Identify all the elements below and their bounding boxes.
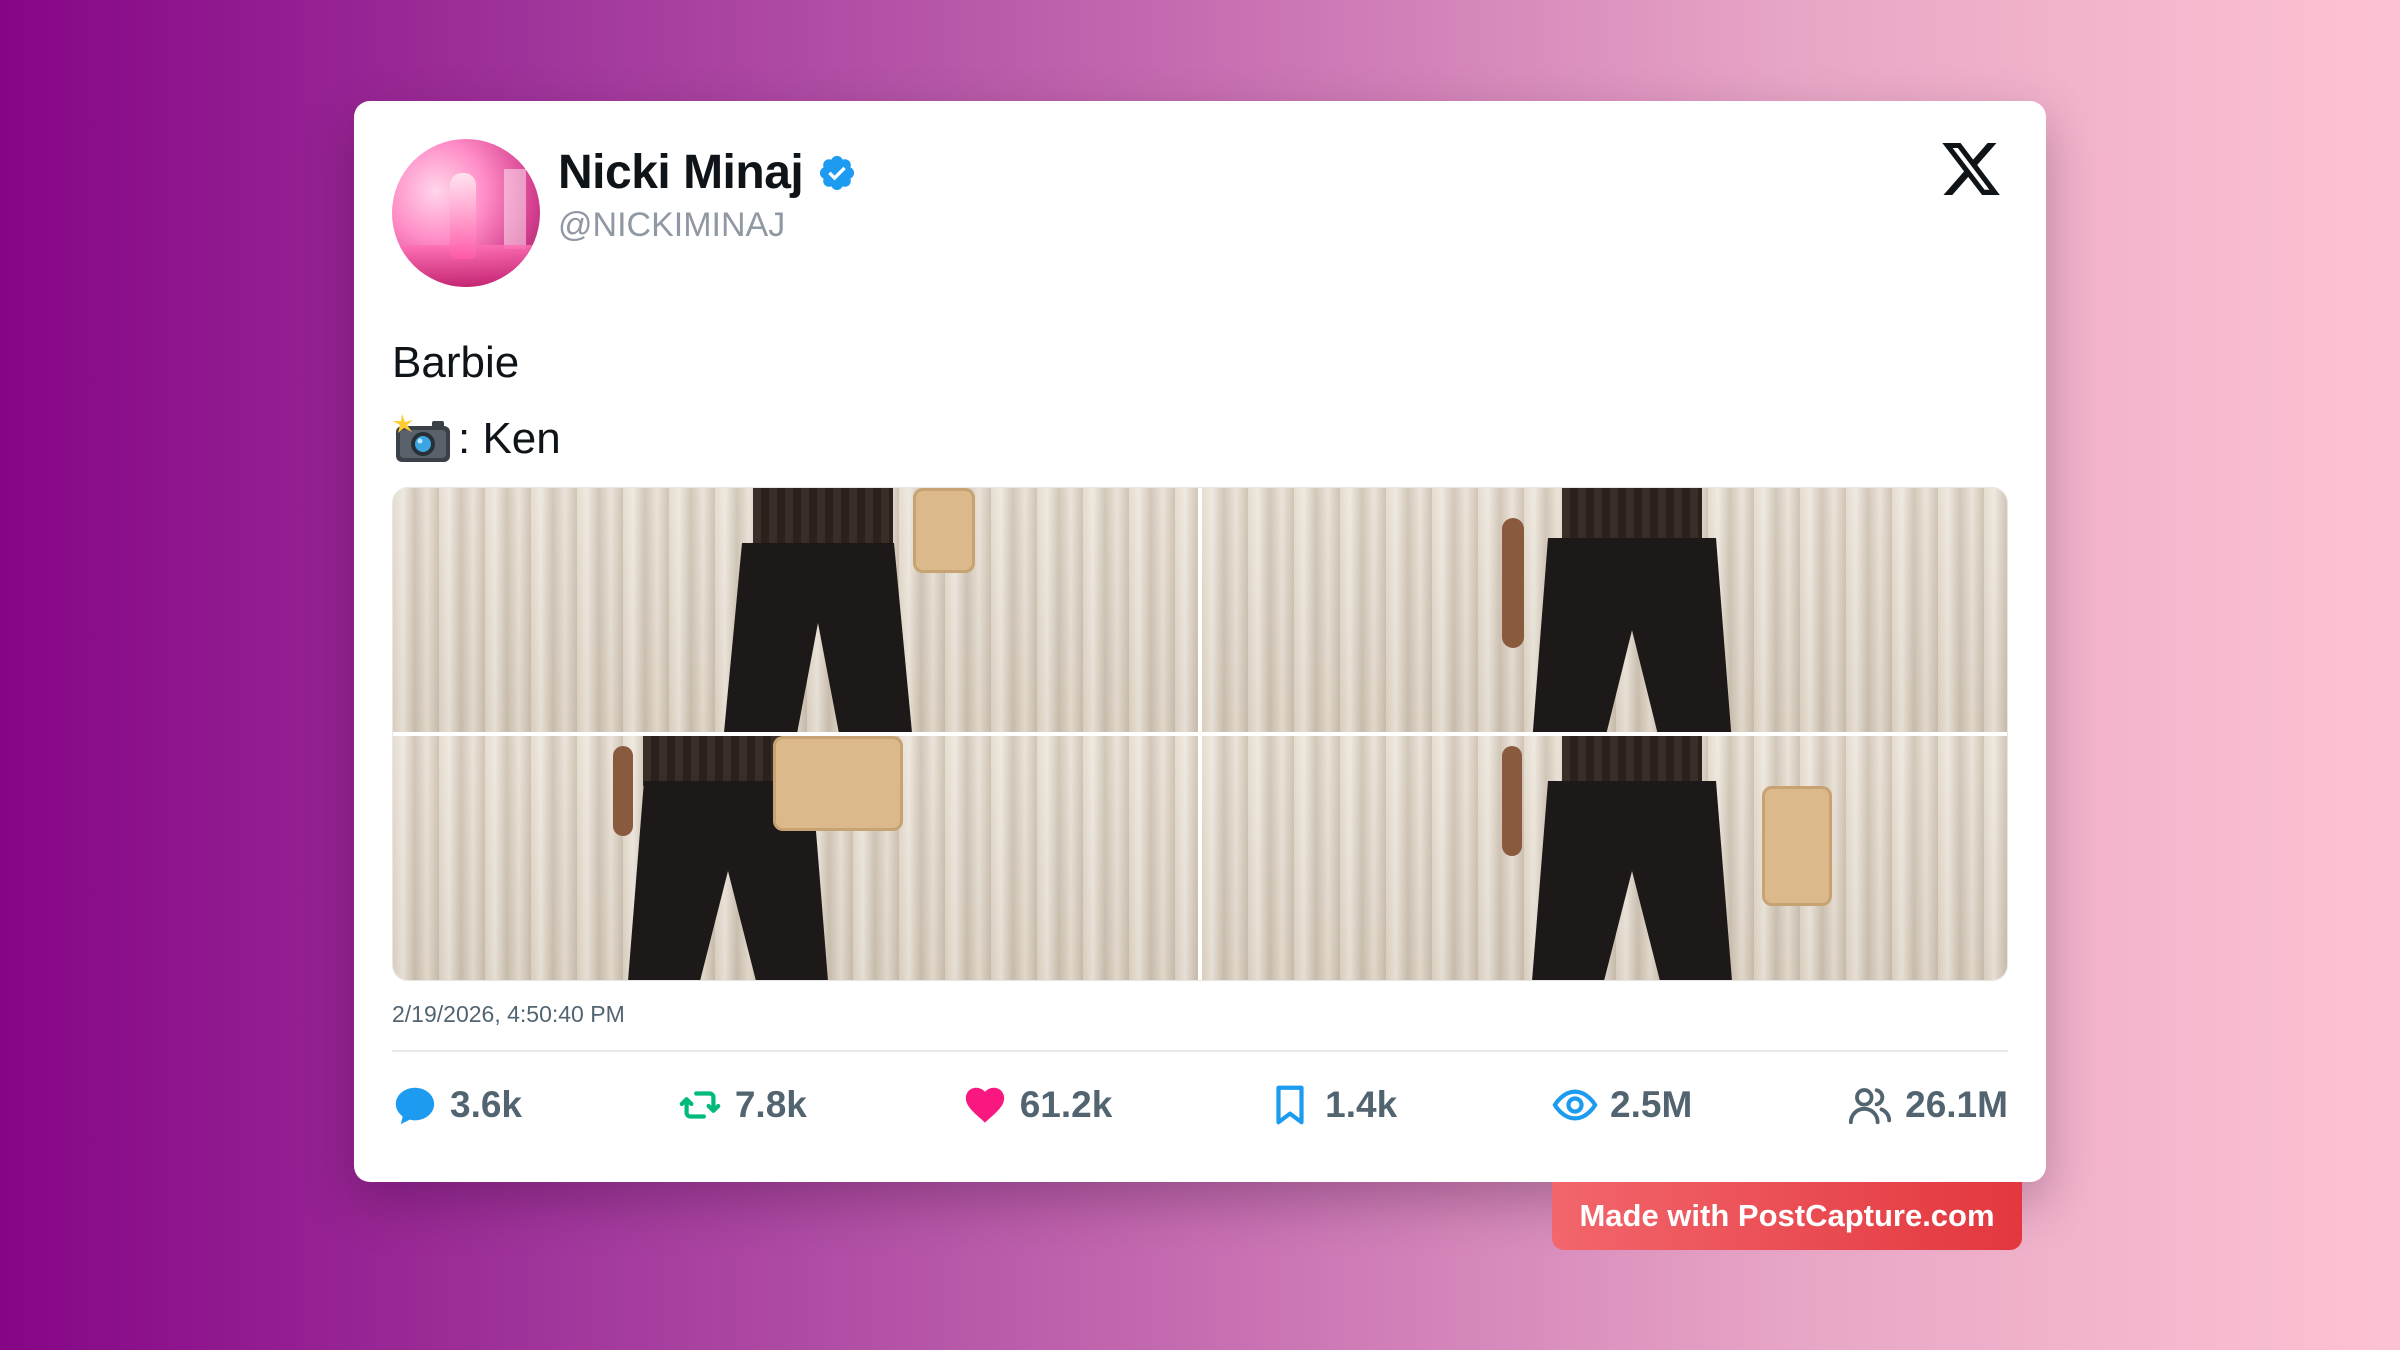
reply-icon <box>395 1087 435 1125</box>
post-text-line-2: : Ken <box>392 401 561 477</box>
reply-count: 3.6k <box>450 1084 523 1125</box>
photo-corset <box>1562 488 1702 543</box>
like-count: 61.2k <box>1019 1084 1113 1125</box>
photo-corset <box>643 736 793 786</box>
photo-corset <box>1562 736 1702 786</box>
repost-count: 7.8k <box>734 1084 807 1125</box>
eye-icon <box>1552 1089 1598 1121</box>
photo-arm <box>1502 746 1522 856</box>
bookmark-count: 1.4k <box>1325 1084 1398 1125</box>
photo-bag <box>773 736 903 831</box>
users-icon <box>1849 1088 1892 1125</box>
post-text-line-2-label: : Ken <box>458 414 561 463</box>
like-stat[interactable]: 61.2k <box>962 1082 1113 1128</box>
camera-with-flash-icon <box>393 414 450 462</box>
avatar-pillar <box>504 169 526 249</box>
photo-arm <box>1502 518 1524 648</box>
author-display-name[interactable]: Nicki Minaj <box>558 145 804 200</box>
media-photo-1[interactable] <box>393 488 1198 732</box>
reply-stat[interactable]: 3.6k <box>392 1082 522 1128</box>
photo-pants <box>1532 781 1732 980</box>
photo-bag <box>1762 786 1832 906</box>
x-logo-icon[interactable] <box>1938 137 2004 201</box>
followers-count: 26.1M <box>1905 1084 2008 1125</box>
post-text-line-1: Barbie <box>392 338 520 387</box>
repost-stat[interactable]: 7.8k <box>677 1082 807 1128</box>
media-photo-4[interactable] <box>1202 736 2007 980</box>
media-photo-2[interactable] <box>1202 488 2007 732</box>
repost-icon <box>679 1091 721 1119</box>
photo-pants <box>723 543 913 732</box>
post-timestamp[interactable]: 2/19/2026, 4:50:40 PM <box>392 1001 625 1028</box>
views-count: 2.5M <box>1610 1084 1693 1125</box>
author-handle[interactable]: @NICKIMINAJ <box>558 206 785 245</box>
photo-arm <box>613 746 633 836</box>
media-grid[interactable] <box>392 487 2008 981</box>
bookmark-icon <box>1276 1085 1304 1125</box>
photo-corset <box>753 488 893 548</box>
verified-badge-icon <box>820 155 855 190</box>
avatar-figure <box>450 173 476 259</box>
avatar[interactable] <box>392 139 540 287</box>
photo-bag <box>913 488 975 573</box>
bookmark-stat[interactable]: 1.4k <box>1267 1082 1397 1128</box>
watermark-badge[interactable]: Made with PostCapture.com <box>1552 1182 2022 1250</box>
post-text: Barbie : Ken <box>392 325 561 477</box>
views-stat[interactable]: 2.5M <box>1552 1082 1692 1128</box>
media-photo-3[interactable] <box>393 736 1198 980</box>
author-name-row: Nicki Minaj <box>558 145 857 200</box>
followers-stat[interactable]: 26.1M <box>1847 1082 2008 1128</box>
stats-bar: 3.6k 7.8k 61.2k 1.4k 2.5M 26.1M <box>392 1073 2008 1137</box>
heart-icon <box>965 1087 1004 1123</box>
photo-pants <box>1532 538 1732 732</box>
tweet-card: Nicki Minaj @NICKIMINAJ Barbie : Ken 2/1… <box>354 101 2046 1182</box>
stats-divider <box>392 1050 2008 1052</box>
